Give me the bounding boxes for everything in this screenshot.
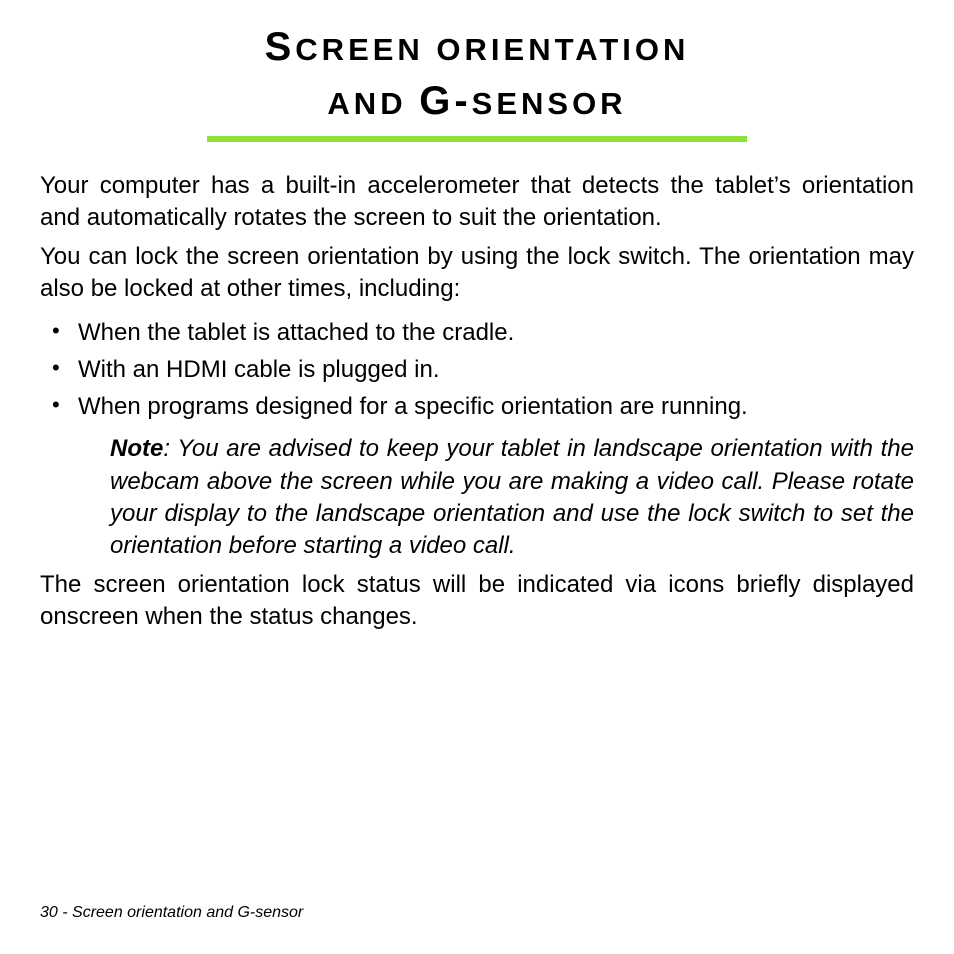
paragraph-3: The screen orientation lock status will … <box>40 569 914 634</box>
footer-section: Screen orientation and G-sensor <box>72 904 303 921</box>
note-label: Note <box>110 435 163 462</box>
footer-separator: - <box>58 904 72 921</box>
title-dash: - <box>454 79 471 123</box>
page-title-block: SCREEN ORIENTATION AND G-SENSOR <box>40 20 914 142</box>
note-block: Note: You are advised to keep your table… <box>110 433 914 563</box>
page-footer: 30 - Screen orientation and G-sensor <box>40 904 303 922</box>
title-rest-2: SENSOR <box>472 86 627 121</box>
note-text: : You are advised to keep your tablet in… <box>110 435 914 559</box>
title-prefix-2: AND <box>327 86 419 121</box>
title-rest-1: CREEN ORIENTATION <box>295 32 689 67</box>
paragraph-1: Your computer has a built-in acceleromet… <box>40 170 914 235</box>
title-cap-1: S <box>265 25 296 69</box>
list-item: When the tablet is attached to the cradl… <box>40 314 914 351</box>
paragraph-2: You can lock the screen orientation by u… <box>40 241 914 306</box>
page-title: SCREEN ORIENTATION AND G-SENSOR <box>40 20 914 128</box>
title-underline <box>207 136 747 142</box>
title-cap-2: G <box>419 79 454 123</box>
list-item: With an HDMI cable is plugged in. <box>40 351 914 388</box>
list-item: When programs designed for a specific or… <box>40 388 914 425</box>
page-number: 30 <box>40 904 58 921</box>
bullet-list: When the tablet is attached to the cradl… <box>40 314 914 426</box>
